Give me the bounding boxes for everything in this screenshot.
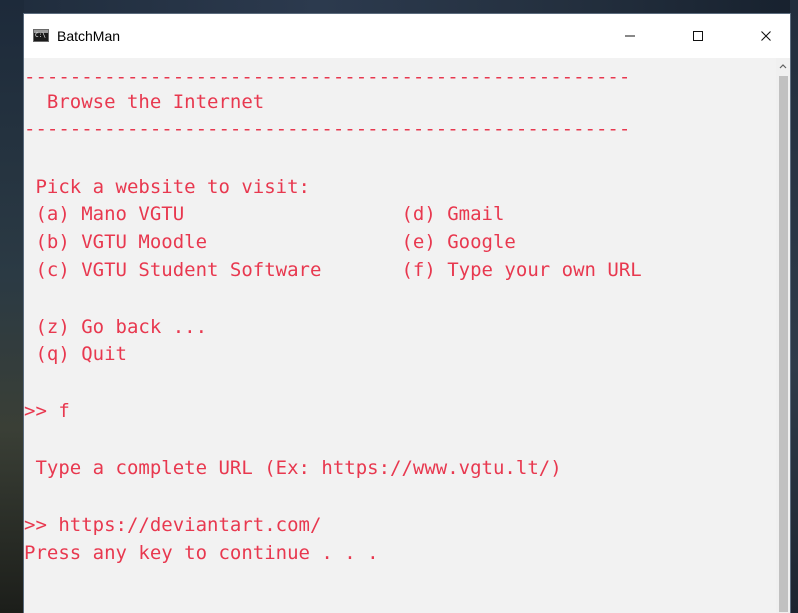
url-prompt: Type a complete URL (Ex: https://www.vgt…: [24, 457, 562, 479]
console-window: BatchMan -------------------------------…: [24, 14, 790, 613]
title-bar[interactable]: BatchMan: [24, 14, 790, 58]
scrollbar-thumb[interactable]: [779, 76, 788, 612]
console-icon[interactable]: [33, 29, 49, 42]
menu-option-row-2: (b) VGTU Moodle (e) Google: [24, 231, 516, 253]
menu-option-quit: (q) Quit: [24, 343, 127, 365]
close-icon: [761, 31, 771, 41]
user-input-choice: >> f: [24, 400, 70, 422]
console-separator-top: ----------------------------------------…: [24, 66, 631, 88]
console-separator-bottom: ----------------------------------------…: [24, 118, 631, 140]
chevron-up-icon: [779, 64, 787, 69]
maximize-icon: [693, 31, 703, 41]
vertical-scrollbar[interactable]: [776, 58, 790, 613]
continue-prompt: Press any key to continue . . .: [24, 542, 379, 564]
minimize-icon: [625, 35, 635, 37]
console-heading: Browse the Internet: [24, 91, 265, 113]
menu-option-row-3: (c) VGTU Student Software (f) Type your …: [24, 259, 642, 281]
window-title: BatchMan: [57, 28, 121, 44]
close-button[interactable]: [743, 14, 789, 58]
minimize-button[interactable]: [607, 14, 653, 58]
desktop-background-right: [790, 0, 798, 613]
console-output[interactable]: ----------------------------------------…: [24, 58, 776, 613]
maximize-button[interactable]: [675, 14, 721, 58]
user-input-url: >> https://deviantart.com/: [24, 514, 322, 536]
desktop-background: [0, 0, 798, 14]
desktop-background-left: [0, 0, 24, 613]
menu-option-go-back: (z) Go back ...: [24, 316, 208, 338]
scroll-up-button[interactable]: [776, 58, 790, 74]
menu-prompt: Pick a website to visit:: [24, 176, 310, 198]
menu-option-row-1: (a) Mano VGTU (d) Gmail: [24, 203, 505, 225]
